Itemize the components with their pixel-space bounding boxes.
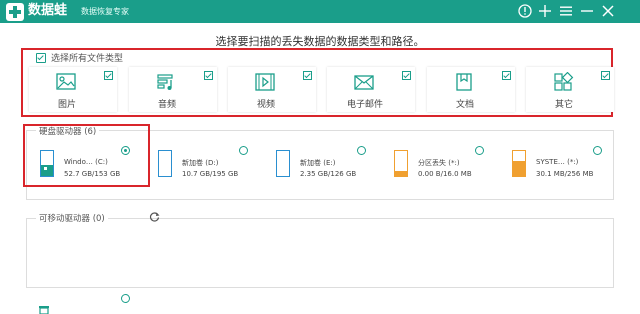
removable-section bbox=[26, 218, 614, 288]
select-all-label: 选择所有文件类型 bbox=[51, 54, 124, 64]
video-icon bbox=[255, 73, 275, 91]
trash-icon bbox=[39, 306, 49, 314]
other-type-checkbox[interactable] bbox=[601, 71, 610, 80]
file-type-list: 图片 音频 视频 电子邮件 文档 其它 bbox=[29, 67, 614, 112]
type-label: 文档 bbox=[455, 100, 474, 110]
drive-size: 2.35 GB/126 GB bbox=[300, 170, 357, 178]
drive-icon bbox=[158, 150, 172, 177]
type-label: 电子邮件 bbox=[346, 100, 383, 110]
select-all-types[interactable]: 选择所有文件类型 bbox=[36, 51, 123, 64]
drive-name: SYSTE… (*:) bbox=[536, 158, 579, 166]
drive-size: 30.1 MB/256 MB bbox=[536, 170, 594, 178]
type-label: 音频 bbox=[157, 100, 176, 110]
help-icon[interactable] bbox=[518, 4, 532, 18]
select-all-checkbox[interactable] bbox=[36, 52, 46, 63]
audio-icon bbox=[157, 74, 173, 90]
email-icon bbox=[354, 75, 374, 90]
document-type-checkbox[interactable] bbox=[502, 71, 511, 80]
drive-lost-partition[interactable]: 分区丢失 (*:) 0.00 B/16.0 MB bbox=[394, 146, 512, 186]
page-heading: 选择要扫描的丢失数据的数据类型和路径。 bbox=[215, 35, 425, 48]
partial-radio[interactable] bbox=[121, 294, 130, 303]
drive-icon bbox=[276, 150, 290, 177]
drive-size: 0.00 B/16.0 MB bbox=[418, 170, 472, 178]
email-type-checkbox[interactable] bbox=[402, 71, 411, 80]
drive-d[interactable]: 新加卷 (D:) 10.7 GB/195 GB bbox=[158, 146, 276, 186]
type-card-other[interactable]: 其它 bbox=[526, 67, 614, 112]
image-icon bbox=[56, 73, 76, 90]
menu-icon[interactable] bbox=[559, 4, 573, 18]
image-type-checkbox[interactable] bbox=[104, 71, 113, 80]
plus-icon[interactable] bbox=[538, 4, 552, 18]
drive-size: 10.7 GB/195 GB bbox=[182, 170, 239, 178]
video-type-checkbox[interactable] bbox=[303, 71, 312, 80]
drive-d-radio[interactable] bbox=[239, 146, 248, 155]
drive-name: 分区丢失 (*:) bbox=[418, 159, 460, 167]
drive-c-radio[interactable] bbox=[121, 146, 130, 155]
type-card-image[interactable]: 图片 bbox=[29, 67, 117, 112]
audio-type-checkbox[interactable] bbox=[204, 71, 213, 80]
type-label: 其它 bbox=[554, 100, 573, 110]
lost-partition-icon bbox=[512, 150, 526, 177]
drive-name: Windo… (C:) bbox=[64, 158, 108, 166]
app-brand: 数据蛙 bbox=[28, 3, 68, 18]
removable-title: 可移动驱动器 (0) bbox=[36, 212, 108, 224]
type-label: 图片 bbox=[57, 100, 76, 110]
drive-e[interactable]: 新加卷 (E:) 2.35 GB/126 GB bbox=[276, 146, 394, 186]
refresh-icon[interactable] bbox=[149, 211, 160, 222]
drive-c[interactable]: Windo… (C:) 52.7 GB/153 GB bbox=[40, 146, 158, 186]
app-subtitle: 数据恢复专家 bbox=[81, 7, 129, 16]
close-icon[interactable] bbox=[601, 4, 615, 18]
type-card-audio[interactable]: 音频 bbox=[129, 67, 217, 112]
type-label: 视频 bbox=[256, 100, 275, 110]
type-card-email[interactable]: 电子邮件 bbox=[327, 67, 415, 112]
lost-partition-icon bbox=[394, 150, 408, 177]
minimize-icon[interactable] bbox=[580, 4, 594, 18]
drive-name: 新加卷 (E:) bbox=[300, 159, 336, 167]
drive-size: 52.7 GB/153 GB bbox=[64, 170, 121, 178]
type-card-document[interactable]: 文档 bbox=[427, 67, 515, 112]
type-card-video[interactable]: 视频 bbox=[228, 67, 316, 112]
system-drive-icon bbox=[40, 150, 54, 177]
drive-name: 新加卷 (D:) bbox=[182, 159, 219, 167]
drive-e-radio[interactable] bbox=[357, 146, 366, 155]
drive-system[interactable]: SYSTE… (*:) 30.1 MB/256 MB bbox=[512, 146, 630, 186]
title-bar: 数据蛙 数据恢复专家 bbox=[0, 0, 640, 23]
logo-icon bbox=[6, 3, 24, 21]
drive-lost-partition-radio[interactable] bbox=[475, 146, 484, 155]
document-icon bbox=[456, 73, 472, 91]
other-icon bbox=[554, 72, 574, 91]
drive-system-radio[interactable] bbox=[593, 146, 602, 155]
